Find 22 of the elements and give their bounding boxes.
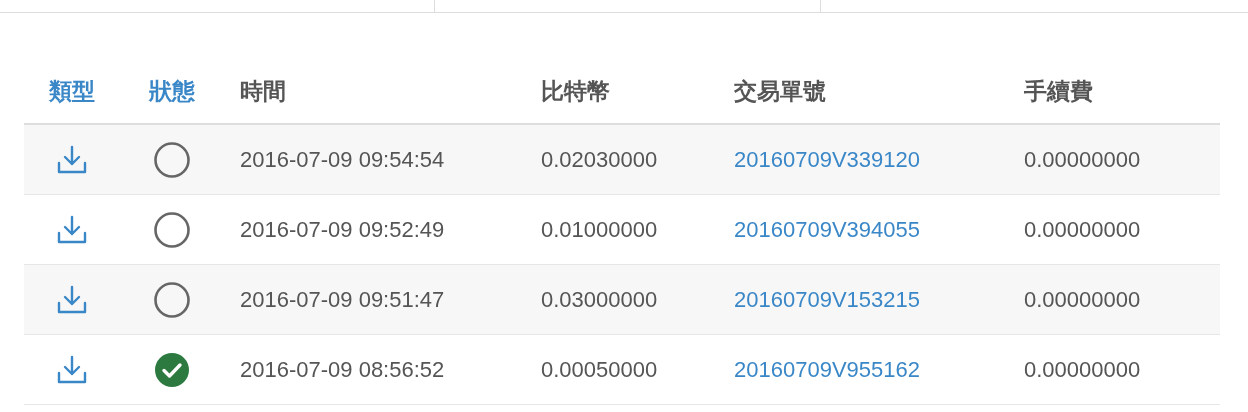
bitcoin-amount: 0.03000000	[541, 286, 658, 313]
transaction-link[interactable]: 20160709V955162	[734, 356, 920, 383]
column-header[interactable]: 類型	[49, 75, 95, 107]
bitcoin-amount: 0.01000000	[541, 216, 658, 243]
column-header: 比特幣	[541, 76, 610, 106]
fee-amount: 0.00000000	[1024, 286, 1141, 313]
timestamp: 2016-07-09 08:56:52	[240, 356, 445, 383]
timestamp: 2016-07-09 09:54:54	[240, 146, 445, 173]
timestamp: 2016-07-09 09:52:49	[240, 216, 445, 243]
transaction-link[interactable]: 20160709V394055	[734, 216, 920, 243]
column-header[interactable]: 狀態	[149, 75, 195, 107]
column-header: 交易單號	[734, 76, 826, 106]
transaction-link[interactable]: 20160709V339120	[734, 146, 920, 173]
transaction-link[interactable]: 20160709V153215	[734, 286, 920, 313]
column-header: 手續費	[1024, 76, 1093, 106]
column-header: 時間	[240, 76, 286, 106]
bitcoin-amount: 0.02030000	[541, 146, 658, 173]
fee-amount: 0.00000000	[1024, 146, 1141, 173]
fee-amount: 0.00000000	[1024, 216, 1141, 243]
bitcoin-amount: 0.00050000	[541, 356, 658, 383]
timestamp: 2016-07-09 09:51:47	[240, 286, 445, 313]
fee-amount: 0.00000000	[1024, 356, 1141, 383]
